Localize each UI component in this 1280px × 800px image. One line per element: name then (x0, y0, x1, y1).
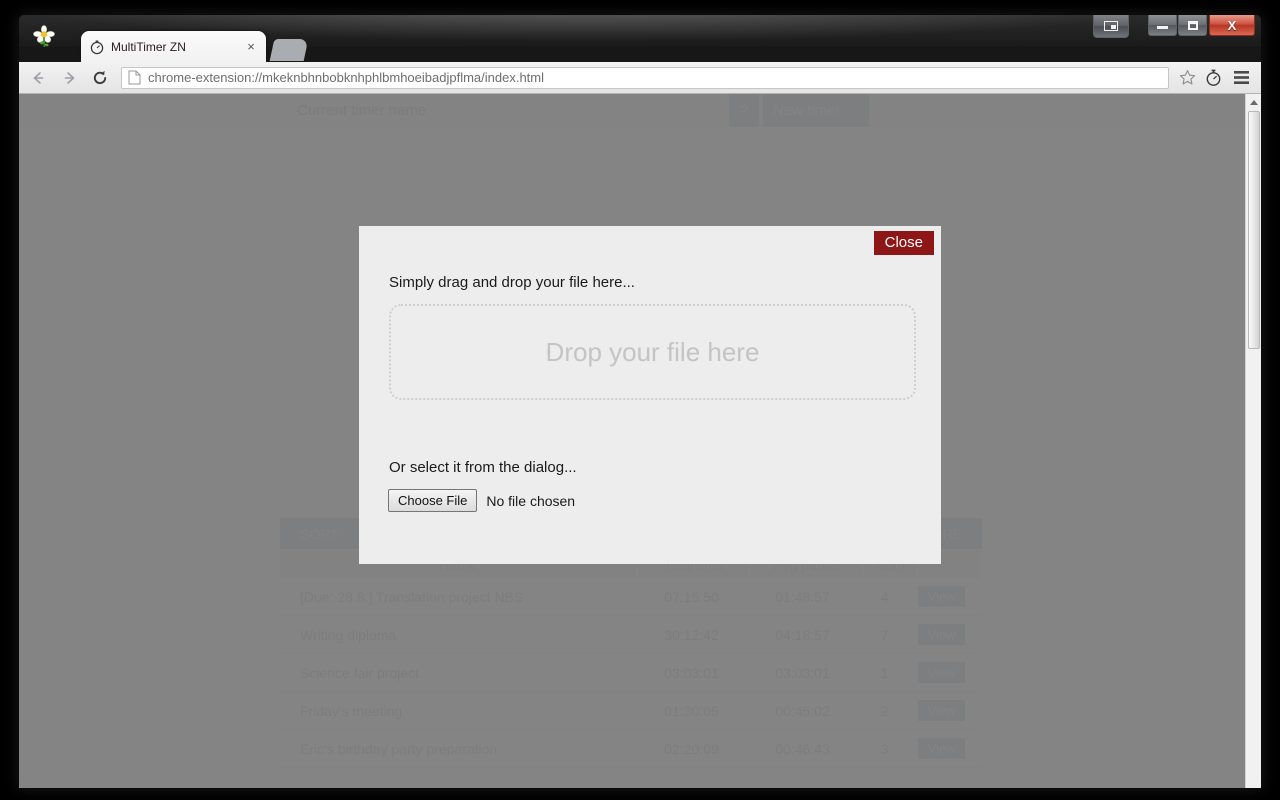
scroll-up-arrow-icon[interactable] (1246, 94, 1261, 111)
browser-tab[interactable]: MultiTimer ZN × (81, 31, 266, 62)
star-icon[interactable] (1175, 66, 1199, 90)
minimize-button[interactable] (1148, 15, 1177, 36)
maximize-button[interactable] (1178, 15, 1207, 36)
url-text: chrome-extension://mkeknbhnbobknhphlbmho… (148, 70, 545, 85)
browser-toolbar: chrome-extension://mkeknbhnbobknhphlbmho… (19, 62, 1261, 94)
close-window-button[interactable]: X (1209, 15, 1255, 36)
close-window-glyph: X (1227, 17, 1237, 33)
page-viewport: Current timer name ? New timer SORT REST… (19, 94, 1261, 788)
file-input-row: Choose File No file chosen (388, 489, 575, 512)
tab-close-icon[interactable]: × (244, 40, 258, 54)
restore-tab-icon[interactable] (1093, 15, 1129, 38)
page-scrollbar[interactable] (1245, 94, 1261, 788)
document-icon (128, 70, 141, 85)
reload-icon[interactable] (87, 65, 113, 91)
file-dropzone[interactable]: Drop your file here (389, 304, 916, 400)
import-file-dialog: Close Simply drag and drop your file her… (359, 226, 941, 564)
web-page: Current timer name ? New timer SORT REST… (19, 94, 1245, 788)
no-file-chosen-text: No file chosen (486, 492, 576, 509)
tab-strip: MultiTimer ZN × X (19, 15, 1261, 62)
back-arrow-icon[interactable] (25, 65, 51, 91)
scrollbar-track[interactable] (1246, 111, 1261, 788)
stopwatch-icon (89, 39, 105, 55)
forward-arrow-icon[interactable] (57, 65, 83, 91)
close-button[interactable]: Close (873, 231, 934, 256)
drag-drop-label: Simply drag and drop your file here... (389, 274, 635, 291)
address-bar[interactable]: chrome-extension://mkeknbhnbobknhphlbmho… (121, 66, 1169, 89)
choose-file-button[interactable]: Choose File (388, 489, 478, 512)
stopwatch-extension-icon[interactable] (1199, 65, 1227, 91)
select-dialog-label: Or select it from the dialog... (389, 459, 577, 476)
browser-window: MultiTimer ZN × X chrome-extension://mke… (18, 14, 1262, 789)
new-tab-button[interactable] (269, 39, 309, 61)
dropzone-text: Drop your file here (545, 336, 760, 367)
window-controls: X (1092, 15, 1255, 41)
tab-title: MultiTimer ZN (111, 39, 186, 54)
flower-logo-icon (31, 23, 57, 49)
hamburger-menu-icon[interactable] (1227, 65, 1255, 91)
scrollbar-thumb[interactable] (1248, 111, 1260, 349)
desktop-background: MultiTimer ZN × X chrome-extension://mke… (0, 0, 1280, 800)
